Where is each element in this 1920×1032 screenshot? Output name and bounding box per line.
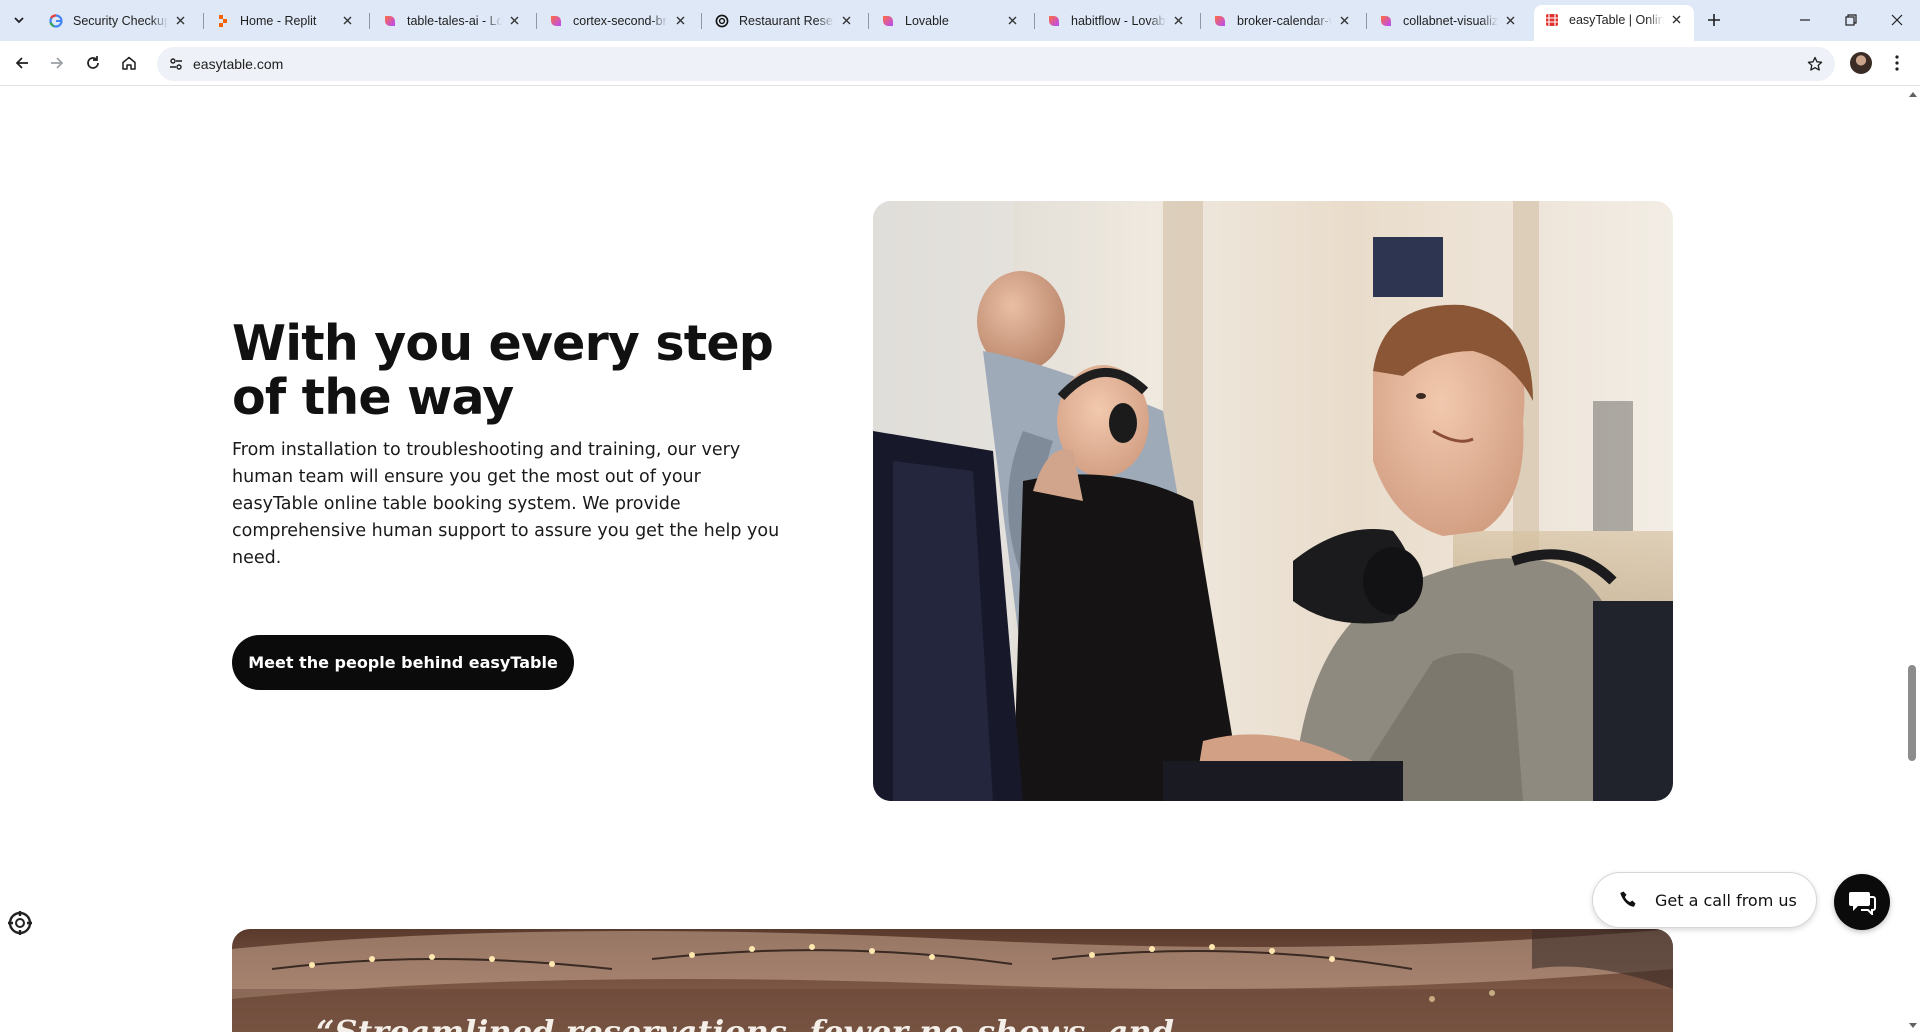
lovable-icon	[880, 13, 896, 29]
tab-separator	[536, 13, 537, 29]
replit-icon	[215, 13, 231, 29]
tab-separator	[701, 13, 702, 29]
plus-icon	[1708, 14, 1720, 26]
back-button[interactable]	[8, 49, 36, 77]
accessibility-widget-icon[interactable]	[6, 909, 34, 937]
meet-the-people-button[interactable]: Meet the people behind easyTable	[232, 635, 574, 690]
section-body: From installation to troubleshooting and…	[232, 440, 780, 568]
reload-button[interactable]	[79, 49, 107, 77]
close-icon[interactable]	[1170, 13, 1186, 29]
tab-lovable[interactable]: Lovable	[870, 6, 1030, 35]
close-icon[interactable]	[339, 13, 355, 29]
url-text[interactable]: easytable.com	[193, 56, 283, 72]
easytable-icon	[1544, 12, 1560, 28]
phone-icon	[1620, 891, 1636, 907]
new-tab-button[interactable]	[1702, 8, 1726, 32]
close-icon[interactable]	[1502, 13, 1518, 29]
close-icon[interactable]	[1336, 13, 1352, 29]
tab-broker-calendar[interactable]: broker-calendar-view - Lovable	[1202, 6, 1362, 35]
close-icon[interactable]	[1004, 13, 1020, 29]
section-heading: With you every step of the way	[232, 315, 774, 426]
close-icon	[1891, 14, 1903, 26]
tab-cortex-second-brain[interactable]: cortex-second-brain - Lovable	[538, 6, 698, 35]
get-a-call-button[interactable]: Get a call from us	[1592, 872, 1817, 928]
minimize-icon	[1800, 19, 1810, 21]
scroll-thumb[interactable]	[1908, 665, 1916, 761]
page-scrollbar[interactable]	[1905, 87, 1920, 1032]
chat-button[interactable]	[1834, 874, 1890, 930]
tab-easytable-active[interactable]: easyTable | Online table booking	[1534, 5, 1694, 41]
arrow-right-icon	[51, 57, 64, 69]
tab-habitflow[interactable]: habitflow - Lovable	[1036, 6, 1196, 35]
close-icon[interactable]	[506, 13, 522, 29]
close-icon[interactable]	[838, 13, 854, 29]
tab-separator	[868, 13, 869, 29]
support-team-photo	[873, 201, 1673, 801]
restore-icon	[1845, 14, 1857, 26]
tab-restaurant-reservation[interactable]: Restaurant Reservation	[704, 6, 864, 35]
address-bar[interactable]: easytable.com	[157, 47, 1835, 81]
home-icon	[122, 56, 136, 70]
lovable-icon	[548, 13, 564, 29]
close-window-button[interactable]	[1874, 0, 1920, 40]
testimonial-banner: “Streamlined reservations, fewer no-show…	[232, 929, 1673, 1032]
tab-security-checkup[interactable]: Security Checkup	[38, 6, 198, 35]
openai-icon	[714, 13, 730, 29]
tab-table-tales-ai[interactable]: table-tales-ai - Lovable	[372, 6, 532, 35]
reload-icon	[87, 56, 99, 69]
tab-collabnet[interactable]: collabnet-visualizer - Lovable	[1368, 6, 1528, 35]
lovable-icon	[1212, 13, 1228, 29]
bookmark-star-icon[interactable]	[1805, 54, 1825, 74]
lovable-icon	[1378, 13, 1394, 29]
get-a-call-label: Get a call from us	[1655, 890, 1797, 910]
tab-strip: Security Checkup Home - Replit table-tal…	[0, 0, 1920, 41]
more-vertical-icon	[1895, 55, 1899, 71]
minimize-button[interactable]	[1782, 0, 1828, 40]
tab-separator	[369, 13, 370, 29]
close-icon[interactable]	[1668, 12, 1684, 28]
site-info-icon[interactable]	[167, 55, 185, 73]
tab-replit[interactable]: Home - Replit	[205, 6, 365, 35]
testimonial-quote: “Streamlined reservations, fewer no-show…	[316, 1013, 1174, 1032]
browser-toolbar: easytable.com	[0, 41, 1920, 86]
tab-separator	[1034, 13, 1035, 29]
close-icon[interactable]	[672, 13, 688, 29]
arrow-left-icon	[15, 57, 28, 69]
home-button[interactable]	[115, 49, 143, 77]
tab-separator	[1200, 13, 1201, 29]
tab-separator	[203, 13, 204, 29]
chevron-down-icon	[14, 17, 24, 24]
chat-bubble-icon	[1849, 892, 1876, 915]
lovable-icon	[382, 13, 398, 29]
tab-search-button[interactable]	[7, 8, 31, 32]
scroll-up-arrow-icon[interactable]	[1909, 92, 1917, 97]
tab-separator	[1366, 13, 1367, 29]
close-icon[interactable]	[172, 13, 188, 29]
profile-avatar[interactable]	[1850, 52, 1872, 74]
google-icon	[48, 13, 64, 29]
lovable-icon	[1046, 13, 1062, 29]
scroll-down-arrow-icon[interactable]	[1909, 1023, 1917, 1028]
forward-button[interactable]	[43, 49, 71, 77]
browser-menu-button[interactable]	[1886, 52, 1908, 74]
restore-button[interactable]	[1828, 0, 1874, 40]
